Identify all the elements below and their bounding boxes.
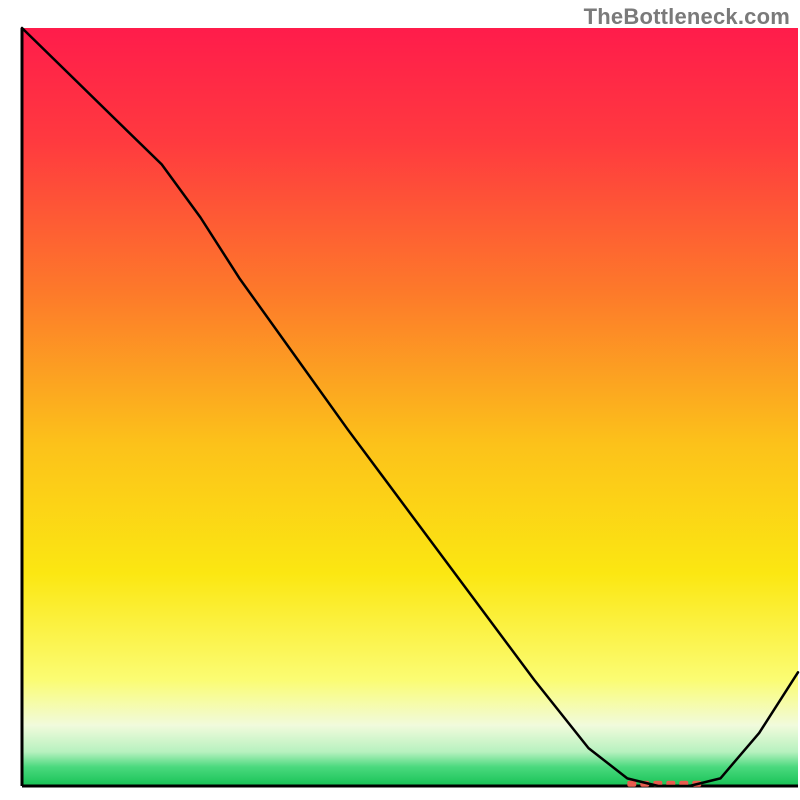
bottleneck-chart: [0, 0, 800, 800]
chart-container: TheBottleneck.com: [0, 0, 800, 800]
attribution-text: TheBottleneck.com: [584, 4, 790, 30]
